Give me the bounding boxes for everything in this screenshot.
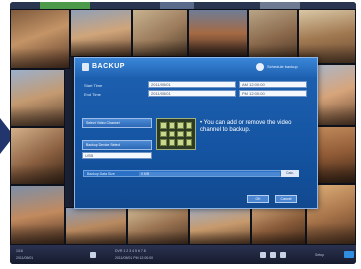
camera-tile[interactable] <box>10 185 65 245</box>
start-date-field[interactable]: 2011/05/01 <box>148 81 236 88</box>
top-status-strip <box>10 2 356 9</box>
camera-tile[interactable] <box>298 9 356 64</box>
channel-cell[interactable] <box>160 139 167 146</box>
end-date-field[interactable]: 2011/05/01 <box>148 90 236 97</box>
dialog-header-hint: Schedule backup <box>267 64 298 69</box>
backup-device-button[interactable]: Backup Device Select <box>82 140 152 150</box>
schedule-icon <box>256 63 264 71</box>
layout-icon[interactable] <box>280 252 286 258</box>
channel-cell[interactable] <box>177 130 184 138</box>
channel-grid[interactable] <box>156 118 196 150</box>
camera-tile[interactable] <box>251 207 306 245</box>
camera-tile[interactable] <box>70 9 132 57</box>
start-time-field[interactable]: AM 12:00:00 <box>239 81 307 88</box>
camera-tile[interactable] <box>127 207 189 245</box>
backup-device-select[interactable]: USB <box>82 152 152 159</box>
dialog-title: BACKUP <box>92 63 125 70</box>
backup-icon <box>82 63 89 71</box>
ok-button[interactable]: OK <box>247 195 269 203</box>
status-indicator <box>160 2 194 9</box>
camera-tile[interactable] <box>248 9 298 64</box>
channel-page-text: 1/16 <box>16 249 23 253</box>
camera-tile[interactable] <box>132 9 188 57</box>
channel-cell[interactable] <box>168 122 175 129</box>
channel-cell[interactable] <box>185 130 192 138</box>
channel-help-note: • You can add or remove the video channe… <box>200 120 292 133</box>
camera-tile[interactable] <box>65 207 127 245</box>
status-indicator <box>40 2 90 9</box>
channel-cell[interactable] <box>177 122 184 129</box>
calc-button[interactable]: Calc. <box>281 170 299 177</box>
end-time-field[interactable]: PM 12:00:00 <box>239 90 307 97</box>
channel-cell[interactable] <box>185 122 192 129</box>
channel-cell[interactable] <box>160 122 167 129</box>
camera-tile[interactable] <box>10 127 65 185</box>
camera-tile[interactable] <box>188 9 248 57</box>
channel-cell[interactable] <box>177 139 184 146</box>
cancel-button[interactable]: Cancel <box>275 195 297 203</box>
backup-size-value: 0 MB <box>139 172 280 176</box>
channel-cell[interactable] <box>168 139 175 146</box>
menu-icon[interactable] <box>344 251 354 258</box>
bottom-control-bar: 1/16 2011/05/01 DVR 1 2 3 4 5 6 7 8 2011… <box>10 245 356 264</box>
date-text: 2011/05/01 <box>16 256 34 260</box>
setup-text[interactable]: Setup <box>315 253 324 257</box>
camera-tile[interactable] <box>10 9 70 69</box>
channel-cell[interactable] <box>185 139 192 146</box>
record-icon[interactable] <box>90 252 96 258</box>
channel-list-text: DVR 1 2 3 4 5 6 7 8 <box>115 249 146 253</box>
dialog-title-bar: BACKUP Schedule backup <box>75 58 317 77</box>
datetime-text: 2011/05/01 PM 12:00:00 <box>115 256 154 260</box>
start-time-label: Start Time <box>84 83 103 88</box>
channel-cell[interactable] <box>160 130 167 138</box>
camera-tile[interactable] <box>10 69 65 127</box>
backup-size-bar: Backup Data Size 0 MB Calc. <box>83 170 299 177</box>
search-icon[interactable] <box>260 252 266 258</box>
camera-tile[interactable] <box>189 207 251 245</box>
end-time-label: End Time <box>84 92 101 97</box>
channel-cell[interactable] <box>168 130 175 138</box>
status-indicator <box>260 2 300 9</box>
backup-size-label: Backup Data Size <box>87 172 115 176</box>
select-video-channel-button[interactable]: Select Video Channel <box>82 118 152 128</box>
backup-dialog: BACKUP Schedule backup Start Time 2011/0… <box>74 57 318 209</box>
playback-icon[interactable] <box>270 252 276 258</box>
dvr-screen: BACKUP Schedule backup Start Time 2011/0… <box>10 2 356 264</box>
